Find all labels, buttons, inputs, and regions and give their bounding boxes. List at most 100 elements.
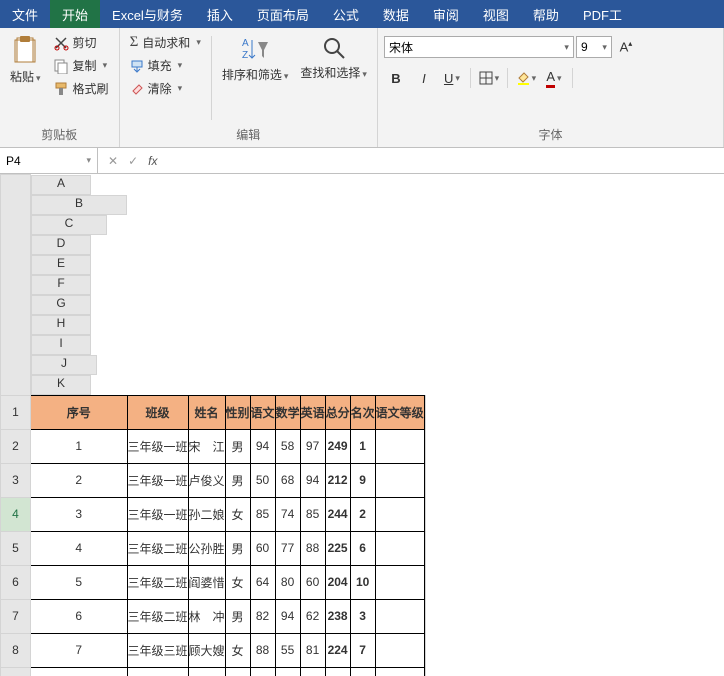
- tab-9[interactable]: 帮助: [521, 0, 571, 28]
- font-size-select[interactable]: 9▾: [576, 36, 612, 58]
- formula-input[interactable]: [167, 148, 724, 173]
- table-header[interactable]: 名次: [350, 395, 375, 429]
- cell[interactable]: 男: [225, 429, 250, 463]
- cell[interactable]: [424, 599, 425, 633]
- tab-0[interactable]: 文件: [0, 0, 50, 28]
- cell[interactable]: [424, 531, 425, 565]
- tab-1[interactable]: 开始: [50, 0, 100, 28]
- cell[interactable]: 7: [350, 633, 375, 667]
- cell[interactable]: 5: [31, 565, 128, 599]
- cell[interactable]: 三年级二班: [127, 531, 188, 565]
- cell[interactable]: 60: [300, 565, 325, 599]
- cell[interactable]: [424, 497, 425, 531]
- cell[interactable]: [424, 429, 425, 463]
- cell[interactable]: [424, 395, 425, 429]
- cell[interactable]: 2: [350, 497, 375, 531]
- cell[interactable]: 林 冲: [188, 599, 225, 633]
- col-header-A[interactable]: A: [31, 175, 91, 195]
- cell[interactable]: 82: [250, 599, 275, 633]
- bold-button[interactable]: B: [384, 67, 408, 89]
- cell[interactable]: 顾大嫂: [188, 633, 225, 667]
- cell[interactable]: 249: [325, 429, 350, 463]
- cell[interactable]: 244: [325, 497, 350, 531]
- cell[interactable]: 94: [250, 429, 275, 463]
- border-button[interactable]: [477, 67, 501, 89]
- tab-5[interactable]: 公式: [321, 0, 371, 28]
- cell[interactable]: 77: [275, 531, 300, 565]
- confirm-icon[interactable]: ✓: [128, 154, 138, 168]
- cell[interactable]: 3: [31, 497, 128, 531]
- format-painter-button[interactable]: 格式刷: [49, 78, 113, 99]
- cell[interactable]: 58: [275, 429, 300, 463]
- sort-filter-button[interactable]: AZ 排序和筛选: [218, 32, 293, 85]
- cut-button[interactable]: 剪切: [49, 32, 113, 53]
- cell[interactable]: 男: [225, 599, 250, 633]
- cell[interactable]: 三年级三班: [127, 633, 188, 667]
- col-header-I[interactable]: I: [31, 335, 91, 355]
- col-header-H[interactable]: H: [31, 315, 91, 335]
- row-header-4[interactable]: 4: [1, 497, 31, 531]
- fill-color-button[interactable]: [514, 67, 538, 89]
- table-header[interactable]: 性别: [225, 395, 250, 429]
- copy-button[interactable]: 复制: [49, 55, 113, 76]
- cell[interactable]: 三年级一班: [127, 497, 188, 531]
- cell[interactable]: [424, 667, 425, 676]
- cell[interactable]: [375, 565, 424, 599]
- cell[interactable]: 62: [300, 599, 325, 633]
- cell[interactable]: [375, 531, 424, 565]
- row-header-7[interactable]: 7: [1, 599, 31, 633]
- cell[interactable]: 女: [225, 565, 250, 599]
- col-header-D[interactable]: D: [31, 235, 91, 255]
- fill-button[interactable]: 填充: [126, 55, 205, 76]
- cell[interactable]: 呼延灼: [188, 667, 225, 676]
- cell[interactable]: 7: [31, 633, 128, 667]
- cell[interactable]: 男: [225, 531, 250, 565]
- cell[interactable]: 阎婆惜: [188, 565, 225, 599]
- find-select-button[interactable]: 查找和选择: [296, 32, 371, 83]
- tab-10[interactable]: PDF工: [571, 0, 634, 28]
- cell[interactable]: 225: [325, 531, 350, 565]
- cell[interactable]: 97: [300, 429, 325, 463]
- cell[interactable]: 85: [250, 497, 275, 531]
- cell[interactable]: 4: [31, 531, 128, 565]
- cell[interactable]: 公孙胜: [188, 531, 225, 565]
- cell[interactable]: 8: [350, 667, 375, 676]
- cell[interactable]: 88: [250, 633, 275, 667]
- font-color-button[interactable]: A: [542, 67, 566, 89]
- cell[interactable]: 212: [325, 463, 350, 497]
- cell[interactable]: 6: [350, 531, 375, 565]
- autosum-button[interactable]: Σ 自动求和: [126, 32, 205, 53]
- cell[interactable]: 10: [350, 565, 375, 599]
- table-header[interactable]: 数学: [275, 395, 300, 429]
- paste-button[interactable]: 粘贴: [6, 32, 45, 87]
- cell[interactable]: 三年级一班: [127, 463, 188, 497]
- font-name-select[interactable]: 宋体▾: [384, 36, 574, 58]
- cell[interactable]: [375, 633, 424, 667]
- cell[interactable]: 238: [325, 599, 350, 633]
- cell[interactable]: 卢俊义: [188, 463, 225, 497]
- row-header-6[interactable]: 6: [1, 565, 31, 599]
- cell[interactable]: [375, 667, 424, 676]
- cell[interactable]: 68: [275, 463, 300, 497]
- cell[interactable]: [424, 633, 425, 667]
- underline-button[interactable]: U: [440, 67, 464, 89]
- cell[interactable]: 三年级二班: [127, 599, 188, 633]
- cell[interactable]: 76: [300, 667, 325, 676]
- cancel-icon[interactable]: ✕: [108, 154, 118, 168]
- row-header-1[interactable]: 1: [1, 395, 31, 429]
- cell[interactable]: 94: [300, 463, 325, 497]
- cell[interactable]: 6: [31, 599, 128, 633]
- col-header-B[interactable]: B: [31, 195, 127, 215]
- col-header-G[interactable]: G: [31, 295, 91, 315]
- cell[interactable]: 85: [300, 497, 325, 531]
- cell[interactable]: 50: [250, 463, 275, 497]
- table-header[interactable]: 总分: [325, 395, 350, 429]
- cell[interactable]: 80: [275, 565, 300, 599]
- cell[interactable]: 3: [350, 599, 375, 633]
- cell[interactable]: 221: [325, 667, 350, 676]
- table-header[interactable]: 语文等级: [375, 395, 424, 429]
- cell[interactable]: 男: [225, 463, 250, 497]
- cell[interactable]: 64: [250, 565, 275, 599]
- cell[interactable]: 59: [250, 667, 275, 676]
- table-header[interactable]: 语文: [250, 395, 275, 429]
